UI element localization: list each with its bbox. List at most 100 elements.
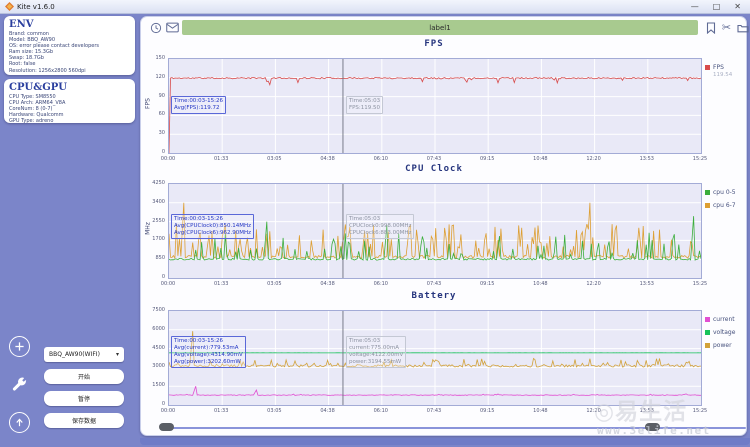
cursor-tooltip: Time:05:03current:775.00mAvoltage:4122.0…: [346, 336, 406, 368]
device-dropdown[interactable]: BBQ_AW90(WIFI) ▾: [44, 347, 124, 362]
add-device-button[interactable]: [9, 336, 30, 357]
chart-title: Battery: [168, 291, 700, 301]
y-tick-label: 0: [139, 274, 165, 280]
title-bar: Kite v1.6.0 — □ ✕: [0, 0, 750, 14]
legend-item[interactable]: cpu 0-5: [705, 189, 736, 196]
cut-button[interactable]: ✂: [720, 21, 733, 34]
x-tick-label: 01:33: [207, 408, 235, 414]
tooltip-line: Avg(voltage):4314.90mV: [174, 352, 243, 359]
legend-item[interactable]: FPS: [705, 64, 724, 71]
y-tick-label: 1500: [139, 382, 165, 388]
tooltip-line: Time:05:03: [349, 216, 412, 223]
cpu-gpu-panel-lines: CPU Type: SM8550CPU Arch: ARM64_V8ACoreN…: [9, 94, 130, 123]
x-tick-label: 07:43: [420, 281, 448, 287]
legend-item[interactable]: power: [705, 342, 732, 349]
legend-label: current: [713, 316, 735, 323]
minimize-button[interactable]: —: [691, 3, 699, 11]
y-tick-label: 0: [139, 401, 165, 407]
x-tick-label: 01:33: [207, 281, 235, 287]
folder-button[interactable]: [736, 21, 749, 34]
x-tick-label: 03:05: [260, 408, 288, 414]
x-tick-label: 04:38: [314, 281, 342, 287]
label-bar[interactable]: label1: [182, 20, 698, 35]
y-tick-label: 2550: [139, 218, 165, 224]
env-panel-title: ENV: [9, 19, 130, 30]
legend-label: FPS: [713, 64, 724, 71]
message-button[interactable]: [166, 21, 179, 34]
x-tick-label: 03:05: [260, 156, 288, 162]
settings-button[interactable]: [9, 374, 30, 395]
cpu-gpu-line: GPU Type: adreno: [9, 118, 130, 123]
clock-icon: [150, 22, 162, 34]
tooltip-line: Time:05:03: [349, 338, 403, 345]
tooltip-line: FPS:119.50: [349, 105, 380, 112]
y-tick-label: 90: [139, 93, 165, 99]
y-tick-label: 7500: [139, 307, 165, 313]
y-tick-label: 3400: [139, 199, 165, 205]
pause-button[interactable]: 暂停: [44, 391, 124, 406]
x-tick-label: 10:48: [526, 408, 554, 414]
cursor-tooltip: Time:05:03FPS:119.50: [346, 96, 383, 114]
y-tick-label: 1700: [139, 236, 165, 242]
tooltip-line: Avg(FPS):119.72: [174, 105, 223, 112]
y-tick-label: 0: [139, 149, 165, 155]
legend-label: cpu 0-5: [713, 189, 736, 196]
y-tick-label: 4500: [139, 345, 165, 351]
scissors-icon: ✂: [722, 21, 731, 34]
x-tick-label: 15:25: [686, 408, 714, 414]
legend-item[interactable]: voltage: [705, 329, 735, 336]
time-range-handle-left[interactable]: [159, 423, 174, 431]
tooltip-line: Avg(current):779.53mA: [174, 345, 243, 352]
x-tick-label: 06:10: [367, 281, 395, 287]
plot-area[interactable]: [168, 58, 702, 154]
legend-label: power: [713, 342, 732, 349]
x-tick-label: 01:33: [207, 156, 235, 162]
legend-swatch: [705, 330, 710, 335]
x-tick-label: 10:48: [526, 156, 554, 162]
watermark-logo: ◎易生活: [594, 392, 687, 426]
start-button[interactable]: 开始: [44, 369, 124, 384]
chevron-down-icon: ▾: [116, 351, 119, 358]
bookmark-icon: [706, 22, 716, 34]
avg-tooltip: Time:00:03-15:26Avg(CPUClock0):850.14MHz…: [171, 214, 254, 239]
x-tick-label: 15:25: [686, 156, 714, 162]
bookmark-button[interactable]: [704, 21, 717, 34]
x-tick-label: 07:43: [420, 156, 448, 162]
cpu-gpu-panel: CPU&GPU CPU Type: SM8550CPU Arch: ARM64_…: [4, 79, 135, 123]
x-tick-label: 06:10: [367, 156, 395, 162]
cpu-gpu-panel-title: CPU&GPU: [9, 82, 130, 93]
y-tick-label: 850: [139, 255, 165, 261]
x-tick-label: 00:00: [154, 156, 182, 162]
chart-title: CPU Clock: [168, 164, 700, 174]
x-tick-label: 09:15: [473, 156, 501, 162]
upload-button[interactable]: [9, 412, 30, 433]
bottom-scrollbar[interactable]: [140, 438, 750, 445]
tooltip-line: current:775.00mA: [349, 345, 403, 352]
tooltip-line: Time:05:03: [349, 98, 380, 105]
x-tick-label: 04:38: [314, 156, 342, 162]
y-tick-label: 120: [139, 74, 165, 80]
legend-swatch: [705, 317, 710, 322]
legend-item[interactable]: cpu 6-7: [705, 202, 736, 209]
x-tick-label: 09:15: [473, 408, 501, 414]
legend-item[interactable]: current: [705, 316, 735, 323]
legend-label: voltage: [713, 329, 735, 336]
legend-swatch: [705, 203, 710, 208]
maximize-button[interactable]: □: [713, 3, 721, 11]
x-tick-label: 15:25: [686, 281, 714, 287]
label-bar-text: label1: [429, 24, 450, 32]
avg-tooltip: Time:00:03-15:26Avg(FPS):119.72: [171, 96, 226, 114]
window-controls: — □ ✕: [691, 3, 745, 11]
legend-label: cpu 6-7: [713, 202, 736, 209]
close-button[interactable]: ✕: [734, 3, 741, 11]
legend-swatch: [705, 190, 710, 195]
watermark-url: www.3elife.net: [597, 424, 711, 437]
x-tick-label: 04:38: [314, 408, 342, 414]
y-tick-label: 150: [139, 55, 165, 61]
history-button[interactable]: [149, 21, 162, 34]
cursor-tooltip: Time:05:03CPUClock0:998.00MHzCPUClock6:8…: [346, 214, 415, 239]
window-title: Kite v1.6.0: [17, 3, 55, 11]
tooltip-line: Avg(CPUClock0):850.14MHz: [174, 223, 251, 230]
save-data-button[interactable]: 保存数据: [44, 413, 124, 428]
chart-canvas: [169, 59, 701, 153]
